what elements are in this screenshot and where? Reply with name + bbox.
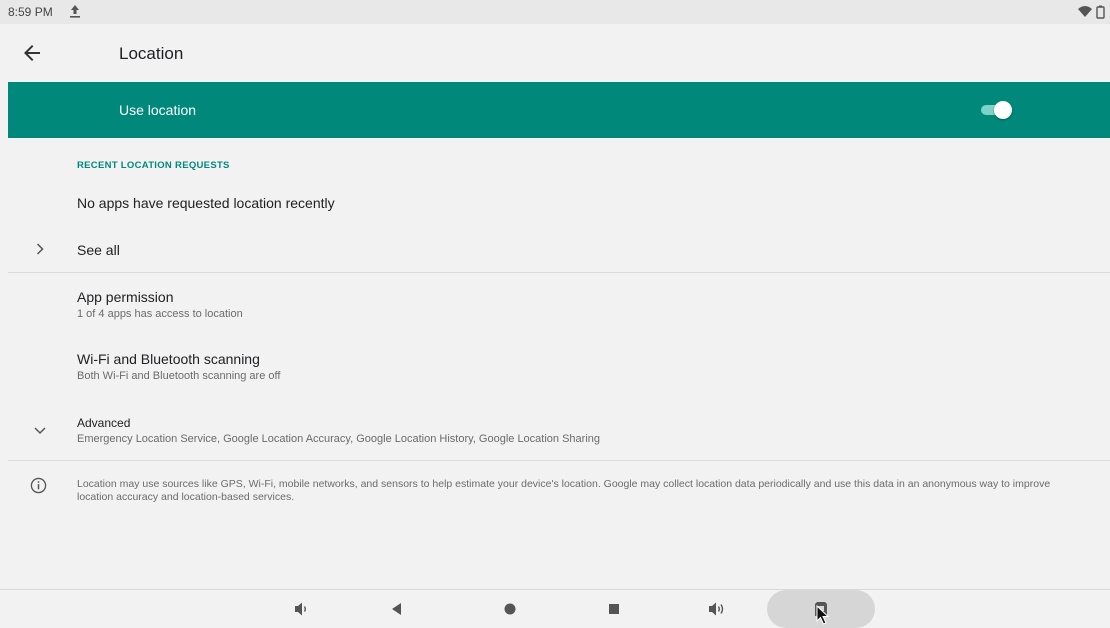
chevron-down-icon [34, 427, 46, 435]
screenshot-button-highlight[interactable] [767, 590, 875, 628]
wifi-bluetooth-scanning-row[interactable]: Wi-Fi and Bluetooth scanning Both Wi-Fi … [8, 344, 1110, 388]
chevron-right-icon [36, 243, 44, 255]
use-location-toggle[interactable] [976, 101, 1012, 119]
divider [8, 460, 1110, 461]
status-time: 8:59 PM [8, 5, 53, 19]
wifi-bluetooth-scanning-subtitle: Both Wi-Fi and Bluetooth scanning are of… [77, 370, 281, 382]
see-all-label: See all [77, 242, 120, 258]
toggle-thumb [994, 101, 1012, 119]
see-all-row[interactable]: See all [8, 228, 1110, 270]
page-title: Location [119, 44, 184, 63]
volume-up-icon[interactable] [705, 596, 731, 622]
advanced-row[interactable]: Advanced Emergency Location Service, Goo… [8, 410, 1110, 452]
mouse-cursor-icon [816, 605, 830, 625]
navigation-bar [0, 589, 1110, 628]
recents-icon[interactable] [601, 596, 627, 622]
location-info-text: Location may use sources like GPS, Wi-Fi… [77, 478, 1051, 503]
app-permission-subtitle: 1 of 4 apps has access to location [77, 308, 243, 320]
no-recent-requests-text: No apps have requested location recently [77, 195, 335, 211]
volume-down-icon[interactable] [289, 596, 315, 622]
use-location-label: Use location [119, 102, 197, 118]
status-bar: 8:59 PM [0, 0, 1110, 24]
wifi-battery-icon [1078, 5, 1105, 19]
info-icon [30, 477, 47, 494]
back-icon[interactable] [384, 596, 410, 622]
upload-icon [70, 5, 80, 18]
section-header-recent-requests: RECENT LOCATION REQUESTS [77, 160, 230, 171]
advanced-title: Advanced [77, 416, 131, 430]
back-arrow-icon[interactable] [20, 41, 44, 65]
app-bar: Location [0, 24, 1110, 82]
home-icon[interactable] [497, 596, 523, 622]
use-location-switch-bar[interactable]: Use location [8, 82, 1110, 138]
divider [8, 272, 1110, 273]
no-recent-requests-row: No apps have requested location recently [8, 188, 1110, 218]
app-permission-row[interactable]: App permission 1 of 4 apps has access to… [8, 282, 1110, 326]
wifi-bluetooth-scanning-title: Wi-Fi and Bluetooth scanning [77, 351, 260, 367]
advanced-subtitle: Emergency Location Service, Google Locat… [77, 433, 600, 445]
app-permission-title: App permission [77, 289, 174, 305]
